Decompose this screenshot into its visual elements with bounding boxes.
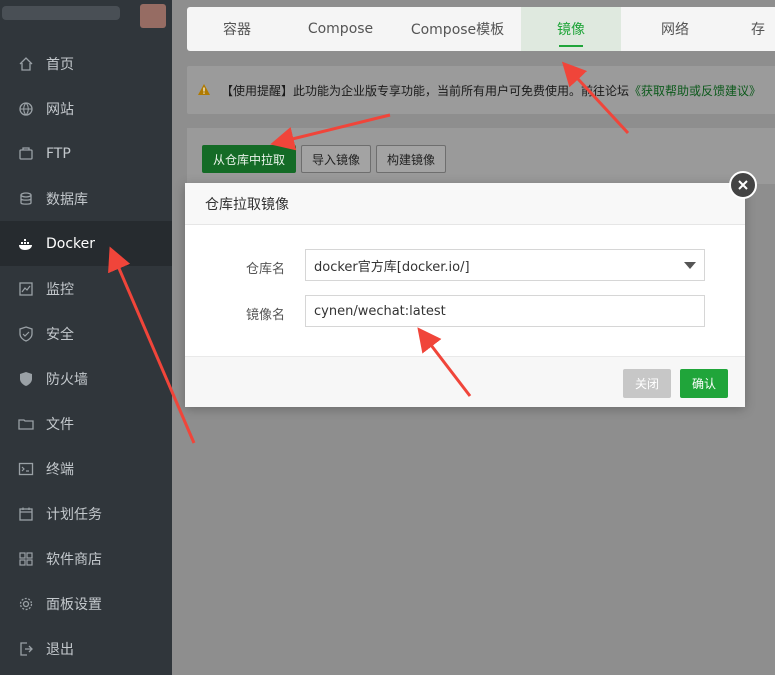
docker-icon bbox=[18, 236, 34, 252]
ftp-icon bbox=[18, 146, 34, 162]
notice-text: 【使用提醒】此功能为企业版专享功能，当前所有用户可免费使用。前往论坛 bbox=[221, 83, 630, 98]
sidebar-item-label: 数据库 bbox=[46, 191, 88, 208]
sidebar-item-label: 退出 bbox=[46, 641, 74, 658]
tabs-bar: 容器 Compose Compose模板 镜像 网络 存 bbox=[187, 7, 775, 51]
repo-label: 仓库名 bbox=[245, 262, 285, 277]
sidebar-item-database[interactable]: 数据库 bbox=[0, 176, 172, 221]
confirm-button[interactable]: 确认 bbox=[680, 369, 729, 398]
grid-icon bbox=[18, 551, 34, 567]
tab-storage[interactable]: 存 bbox=[729, 7, 775, 51]
sidebar-item-settings[interactable]: 面板设置 bbox=[0, 581, 172, 626]
globe-icon bbox=[18, 101, 34, 117]
calendar-icon bbox=[18, 506, 34, 522]
logo-text-blurred bbox=[2, 6, 120, 20]
sidebar-item-monitor[interactable]: 监控 bbox=[0, 266, 172, 311]
logout-icon bbox=[18, 641, 34, 657]
home-icon bbox=[18, 56, 34, 72]
sidebar-menu: 首页 网站 FTP 数据库 Docker 监控 安全 防火墙 文件 终端 计划任… bbox=[0, 41, 172, 671]
notice-bar: 【使用提醒】此功能为企业版专享功能，当前所有用户可免费使用。前往论坛 《获取帮助… bbox=[187, 66, 775, 114]
tab-compose-template[interactable]: Compose模板 bbox=[394, 7, 521, 51]
tab-label: Compose bbox=[307, 21, 374, 37]
sidebar-item-label: Docker bbox=[46, 235, 96, 252]
tab-containers[interactable]: 容器 bbox=[187, 7, 287, 51]
sidebar-item-label: 计划任务 bbox=[46, 506, 102, 523]
sidebar-item-label: 面板设置 bbox=[46, 596, 102, 613]
sidebar-item-cron[interactable]: 计划任务 bbox=[0, 491, 172, 536]
repo-select-value: docker官方库[docker.io/] bbox=[314, 259, 470, 275]
sidebar-item-label: 网站 bbox=[46, 101, 74, 118]
tab-compose[interactable]: Compose bbox=[287, 7, 394, 51]
sidebar-item-label: 监控 bbox=[46, 281, 74, 298]
sidebar-item-store[interactable]: 软件商店 bbox=[0, 536, 172, 581]
tab-label: 镜像 bbox=[557, 22, 585, 38]
close-button[interactable]: 关闭 bbox=[623, 369, 672, 398]
tab-label: 网络 bbox=[661, 22, 689, 38]
terminal-icon bbox=[18, 461, 34, 477]
sidebar-item-label: 安全 bbox=[46, 326, 74, 343]
sidebar-item-label: 终端 bbox=[46, 461, 74, 478]
tab-images[interactable]: 镜像 bbox=[521, 7, 621, 51]
logo bbox=[0, 0, 172, 38]
sidebar-item-label: 防火墙 bbox=[46, 371, 88, 388]
sidebar-item-label: 首页 bbox=[46, 56, 74, 73]
gear-icon bbox=[18, 596, 34, 612]
sidebar-item-website[interactable]: 网站 bbox=[0, 86, 172, 131]
sidebar-item-home[interactable]: 首页 bbox=[0, 41, 172, 86]
sidebar-item-terminal[interactable]: 终端 bbox=[0, 446, 172, 491]
avatar bbox=[140, 4, 166, 28]
tab-network[interactable]: 网络 bbox=[621, 7, 729, 51]
repo-select[interactable]: docker官方库[docker.io/] bbox=[305, 249, 705, 281]
image-name-input[interactable] bbox=[305, 295, 705, 327]
sidebar-item-files[interactable]: 文件 bbox=[0, 401, 172, 446]
tab-label: 存 bbox=[751, 22, 765, 38]
import-image-button[interactable]: 导入镜像 bbox=[301, 145, 372, 173]
image-name-label: 镜像名 bbox=[245, 308, 285, 323]
warning-icon bbox=[197, 83, 211, 97]
dialog-title: 仓库拉取镜像 bbox=[185, 183, 745, 225]
chevron-down-icon bbox=[684, 262, 696, 269]
firewall-icon bbox=[18, 371, 34, 387]
shield-icon bbox=[18, 325, 34, 342]
monitor-icon bbox=[18, 281, 34, 297]
sidebar-item-firewall[interactable]: 防火墙 bbox=[0, 356, 172, 401]
folder-icon bbox=[18, 416, 34, 432]
sidebar: 首页 网站 FTP 数据库 Docker 监控 安全 防火墙 文件 终端 计划任… bbox=[0, 0, 172, 675]
tab-label: Compose模板 bbox=[410, 22, 505, 38]
sidebar-item-label: FTP bbox=[46, 145, 71, 162]
sidebar-item-label: 软件商店 bbox=[46, 551, 102, 568]
sidebar-item-ftp[interactable]: FTP bbox=[0, 131, 172, 176]
database-icon bbox=[18, 191, 34, 207]
sidebar-item-security[interactable]: 安全 bbox=[0, 311, 172, 356]
sidebar-item-label: 文件 bbox=[46, 416, 74, 433]
tab-label: 容器 bbox=[223, 22, 251, 38]
sidebar-item-docker[interactable]: Docker bbox=[0, 221, 172, 266]
close-icon[interactable] bbox=[729, 171, 757, 199]
pull-from-repo-button[interactable]: 从仓库中拉取 bbox=[202, 145, 297, 173]
sidebar-item-logout[interactable]: 退出 bbox=[0, 626, 172, 671]
build-image-button[interactable]: 构建镜像 bbox=[376, 145, 447, 173]
help-feedback-link[interactable]: 《获取帮助或反馈建议》 bbox=[629, 82, 761, 99]
